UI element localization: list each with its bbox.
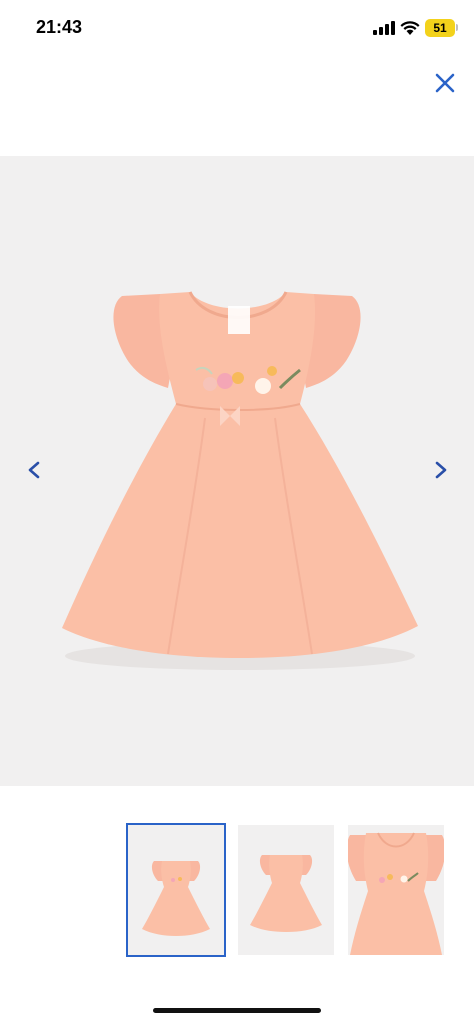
thumbnail-image [142,861,210,936]
status-time: 21:43 [36,17,83,37]
close-icon[interactable] [430,68,460,98]
dress-image [62,291,418,670]
product-image[interactable] [0,156,474,786]
chevron-left-icon[interactable] [22,455,48,485]
thumbnail-image [250,855,322,932]
thumbnail-front-view[interactable] [126,823,226,957]
cellular-signal-icon [373,21,395,35]
chevron-right-icon[interactable] [427,455,453,485]
thumbnail-plain-front-view[interactable] [238,825,334,955]
status-bar: 21:43 51 [0,0,474,56]
thumbnail-image [348,832,444,955]
battery-icon: 51 [425,19,455,37]
battery-tip [456,24,458,31]
thumbnail-detail-view[interactable] [348,825,444,955]
wifi-icon [400,21,420,35]
home-indicator[interactable] [153,1008,321,1013]
